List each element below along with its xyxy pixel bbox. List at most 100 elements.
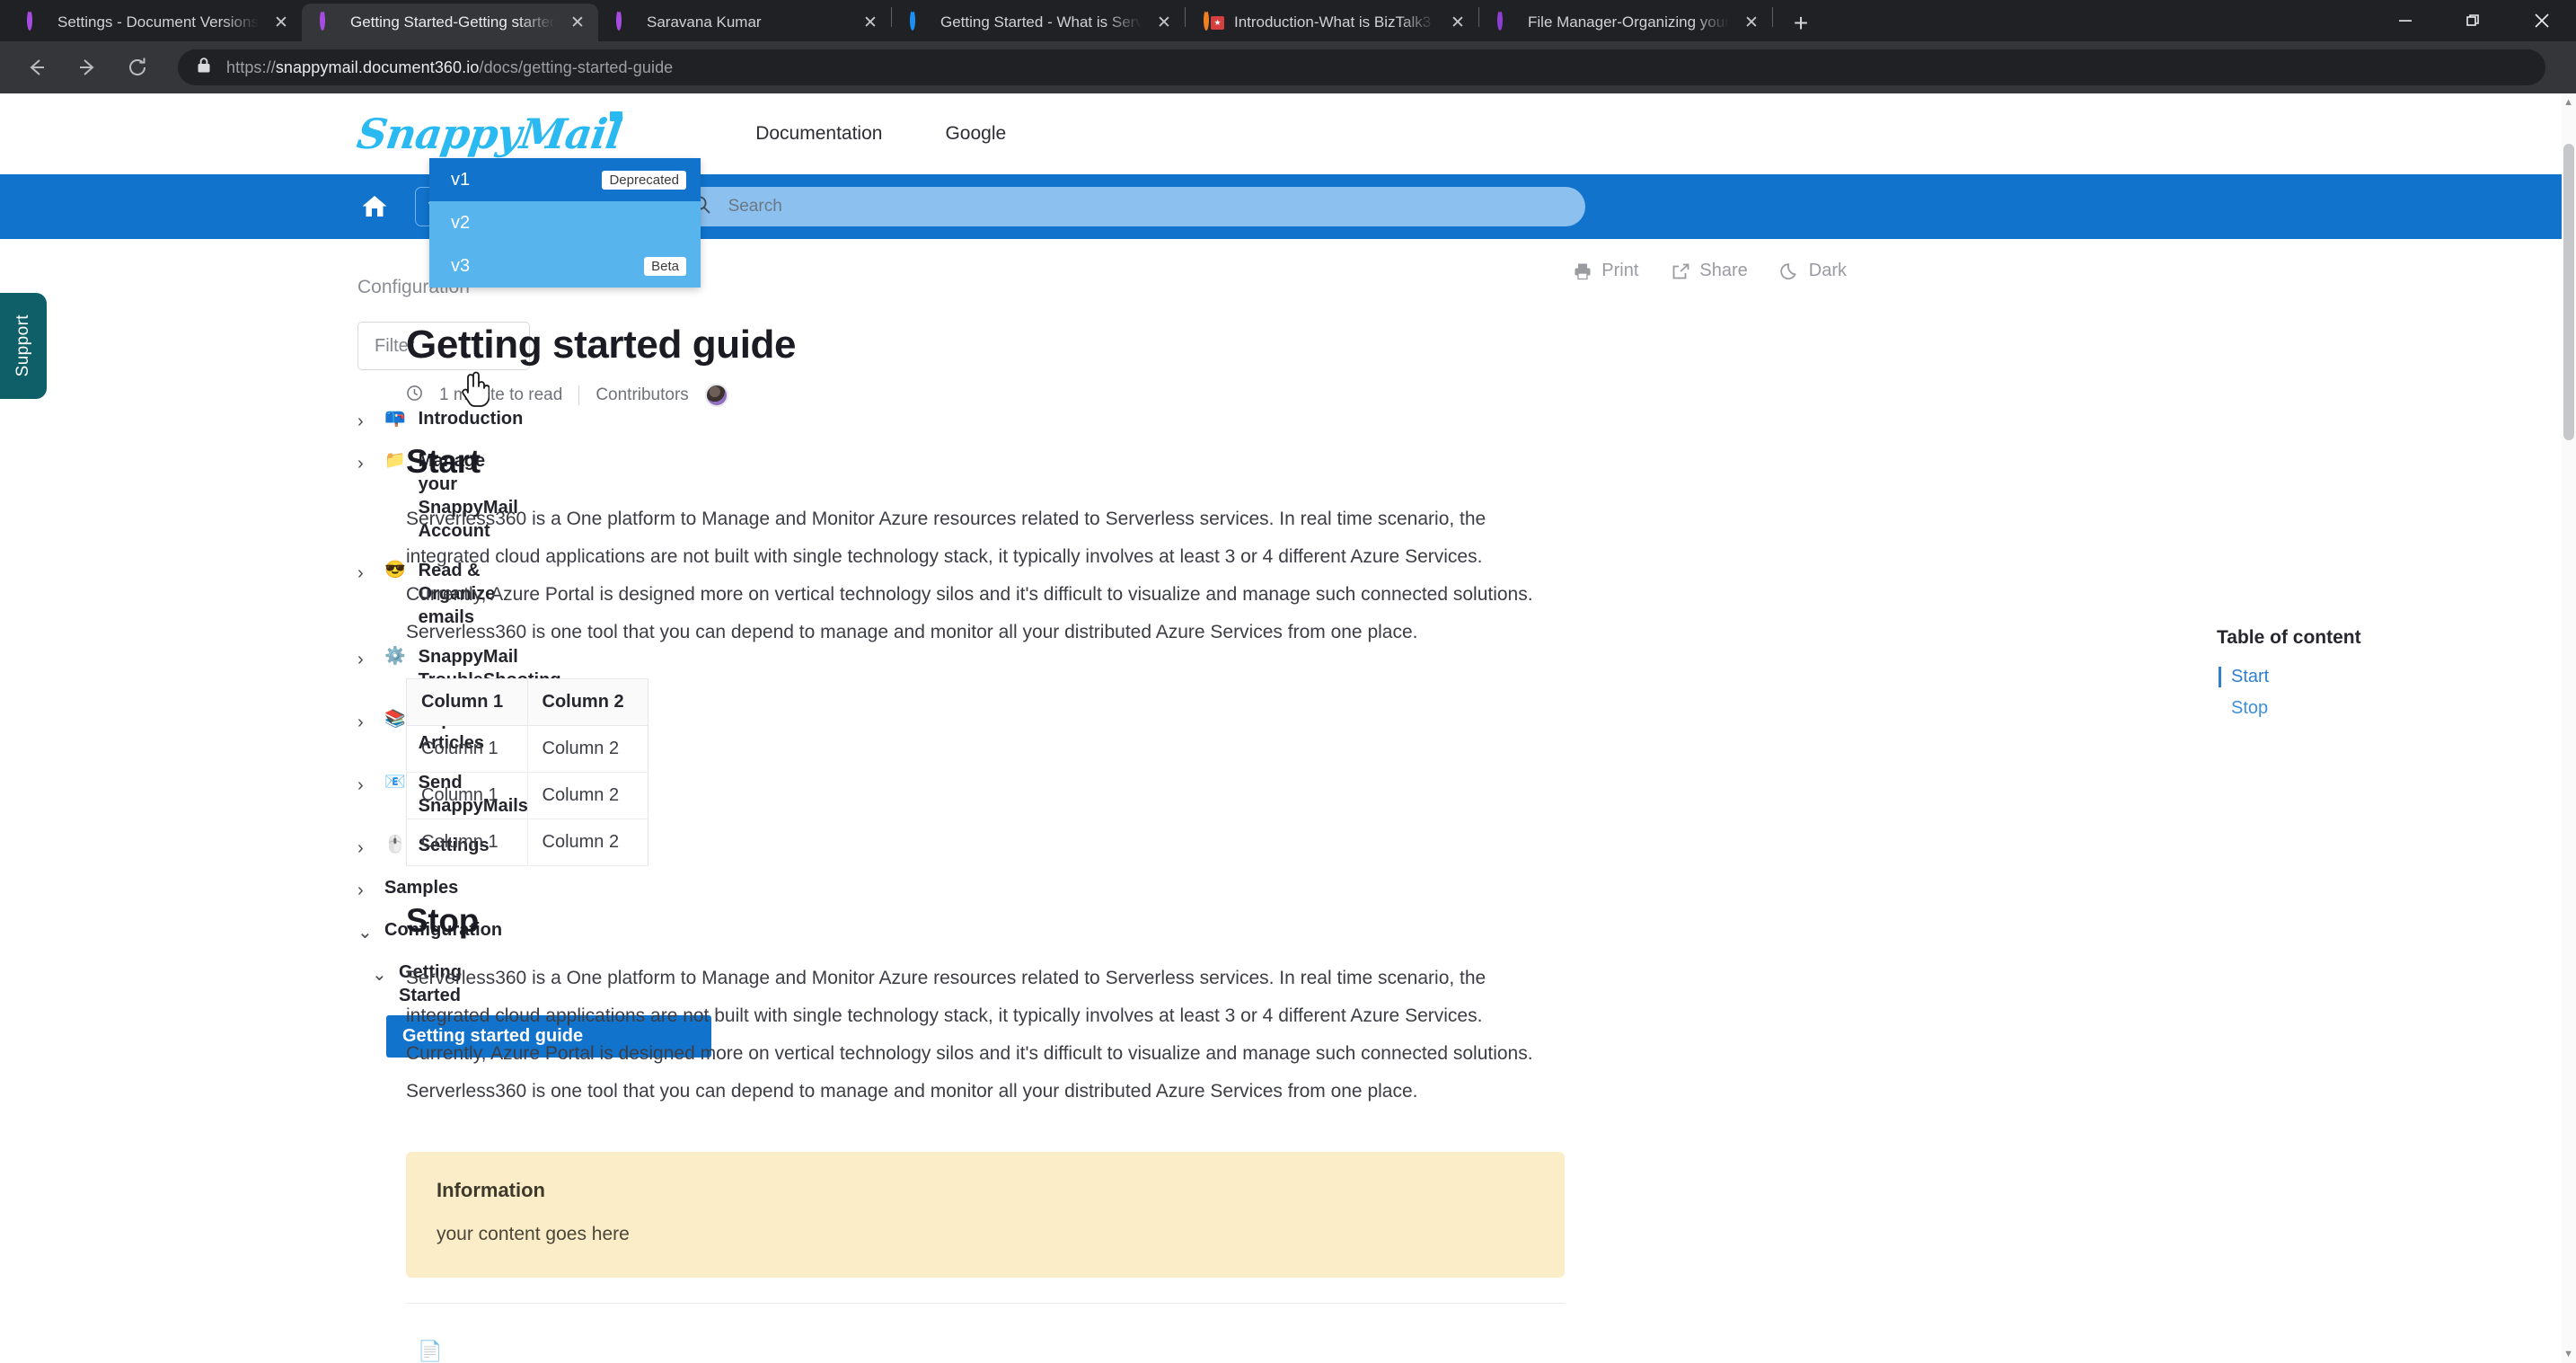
- version-option-v2[interactable]: v2: [429, 201, 701, 244]
- callout-title: Information: [437, 1179, 545, 1201]
- browser-tab[interactable]: Settings - Document Versions - [ ✕: [9, 4, 302, 41]
- logo-mail-badge-icon: [610, 111, 623, 121]
- version-option-label: v3: [451, 255, 471, 276]
- tab-favicon-icon: [1497, 10, 1517, 32]
- tab-favicon-icon: [910, 10, 930, 32]
- tab-close-icon[interactable]: ✕: [1446, 11, 1469, 34]
- site-logo-text: SnappyMail: [354, 110, 624, 158]
- browser-window: Settings - Document Versions - [ ✕ Getti…: [0, 0, 2576, 1363]
- dark-label: Dark: [1808, 261, 1847, 280]
- section-heading-start: Start: [406, 443, 481, 480]
- share-button[interactable]: Share: [1671, 261, 1748, 281]
- back-button[interactable]: [14, 45, 59, 90]
- search-box[interactable]: [666, 187, 1585, 226]
- close-icon[interactable]: [2508, 0, 2576, 41]
- doc-toolbar: v2: [0, 174, 2576, 239]
- toc-link-stop[interactable]: Stop: [2217, 693, 2576, 724]
- version-option-label: v1: [451, 169, 471, 190]
- toc-link-start[interactable]: Start: [2217, 661, 2576, 693]
- site-nav: Documentation Google: [755, 123, 1006, 145]
- moon-icon: [1780, 262, 1796, 279]
- callout-body: your content goes here: [437, 1224, 630, 1244]
- forward-button[interactable]: [65, 45, 110, 90]
- tab-favicon-icon: [27, 10, 47, 32]
- nav-link-documentation[interactable]: Documentation: [755, 123, 882, 145]
- tab-favicon-icon: [320, 10, 340, 32]
- tab-divider: [1772, 7, 1773, 27]
- site-logo[interactable]: SnappyMail: [354, 110, 624, 158]
- tab-strip: Settings - Document Versions - [ ✕ Getti…: [0, 0, 2576, 41]
- tab-title: Settings - Document Versions - [: [57, 13, 259, 31]
- url-text: https://snappymail.document360.io/docs/g…: [226, 58, 673, 77]
- minimize-icon[interactable]: [2371, 0, 2439, 41]
- support-tab-label: Support: [13, 314, 32, 377]
- print-label: Print: [1601, 261, 1639, 280]
- tab-close-icon[interactable]: ✕: [269, 11, 293, 34]
- avatar[interactable]: [704, 384, 728, 407]
- home-icon[interactable]: [357, 190, 392, 224]
- section-paragraph-stop: Serverless360 is a One platform to Manag…: [406, 968, 1533, 1102]
- tab-title: File Manager-Organizing your file: [1528, 13, 1729, 31]
- contributors-label: Contributors: [595, 385, 689, 404]
- table-cell: Column 2: [527, 772, 648, 819]
- browser-tab[interactable]: ★ Introduction-What is BizTalk3 ✕: [1186, 4, 1478, 41]
- tab-title: Saravana Kumar: [647, 13, 762, 31]
- table-cell: Column 1: [406, 725, 528, 773]
- page-viewport: Support SnappyMail Documentation Google: [0, 93, 2576, 1363]
- search-input[interactable]: [728, 197, 1562, 217]
- sidebar-tree: › 📪 Introduction › 📁 Manage your SnappyM…: [0, 399, 711, 1058]
- url-scheme: https://: [226, 58, 276, 76]
- url-path: /docs/getting-started-guide: [479, 58, 674, 76]
- table-column-header: Column 1: [406, 678, 528, 726]
- table-row: Column 1 Column 2: [406, 725, 648, 773]
- tab-close-icon[interactable]: ✕: [859, 11, 882, 34]
- browser-tab[interactable]: Getting Started - What is Serverle ✕: [892, 4, 1185, 41]
- url-input[interactable]: https://snappymail.document360.io/docs/g…: [178, 49, 2545, 85]
- version-option-v3[interactable]: v3 Beta: [429, 244, 701, 288]
- page-title: Getting started guide: [406, 323, 797, 367]
- share-label: Share: [1699, 261, 1748, 280]
- tab-close-icon[interactable]: ✕: [1740, 11, 1763, 34]
- printer-icon: [1575, 263, 1591, 279]
- information-callout: Information your content goes here: [406, 1152, 1565, 1278]
- scroll-down-arrow-icon[interactable]: ▼: [2563, 1349, 2573, 1359]
- dark-mode-toggle[interactable]: Dark: [1780, 261, 1847, 281]
- toc-title: Table of content: [2217, 627, 2361, 648]
- window-controls: [2371, 0, 2576, 41]
- table-cell: Column 2: [527, 725, 648, 773]
- browser-tab[interactable]: File Manager-Organizing your file ✕: [1479, 4, 1772, 41]
- support-tab-button[interactable]: Support: [0, 293, 47, 399]
- table-of-content: Table of content Start Stop: [2217, 239, 2576, 1363]
- tab-title: Getting Started - What is Serverle: [940, 13, 1142, 31]
- browser-tab-active[interactable]: Getting Started-Getting started g ✕: [302, 4, 598, 41]
- section-heading-stop: Stop: [406, 902, 480, 939]
- content-divider: [406, 1303, 1565, 1304]
- beta-badge: Beta: [644, 256, 686, 276]
- lock-icon: [196, 57, 212, 79]
- nav-link-google[interactable]: Google: [945, 123, 1006, 145]
- tab-title: Getting Started-Getting started g: [350, 13, 555, 31]
- tab-close-icon[interactable]: ✕: [1152, 11, 1176, 34]
- deprecated-badge: Deprecated: [602, 170, 686, 190]
- tab-close-icon[interactable]: ✕: [566, 11, 589, 34]
- table-header-row: Column 1 Column 2: [406, 678, 648, 726]
- table-cell: Column 1: [406, 772, 528, 819]
- tab-title: Introduction-What is BizTalk3: [1234, 13, 1432, 31]
- maximize-icon[interactable]: [2439, 0, 2508, 41]
- table-row: Column 1 Column 2: [406, 772, 648, 819]
- reload-button[interactable]: [115, 45, 160, 90]
- page-bottom-icon: 📄: [418, 1340, 443, 1362]
- new-tab-button[interactable]: +: [1780, 5, 1822, 41]
- version-option-v1[interactable]: v1 Deprecated: [429, 158, 701, 201]
- url-host: snappymail.document360.io: [275, 58, 480, 76]
- version-option-label: v2: [451, 212, 471, 233]
- share-icon: [1672, 263, 1689, 279]
- print-button[interactable]: Print: [1573, 261, 1638, 281]
- table-cell: Column 2: [527, 819, 648, 866]
- scroll-up-arrow-icon[interactable]: ▲: [2563, 97, 2573, 108]
- browser-tab[interactable]: Saravana Kumar ✕: [598, 4, 891, 41]
- tab-favicon-icon: [616, 10, 636, 32]
- page-scroll-thumb[interactable]: [2563, 144, 2574, 440]
- page-scrollbar[interactable]: ▲ ▼: [2562, 93, 2576, 1363]
- version-dropdown-menu: v1 Deprecated v2 v3 Beta: [429, 158, 701, 288]
